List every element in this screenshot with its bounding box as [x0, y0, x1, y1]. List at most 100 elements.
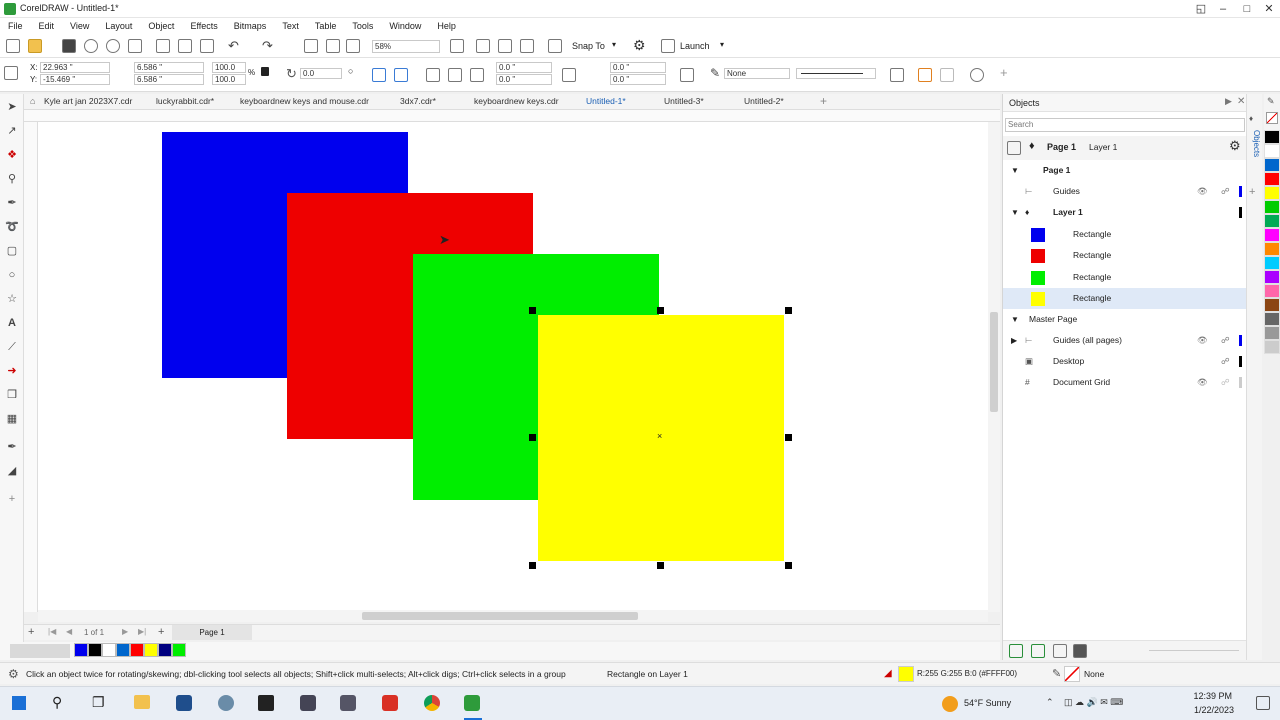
selection-handle[interactable]: [785, 562, 792, 569]
app-gear-icon[interactable]: [300, 695, 316, 711]
x-position-field[interactable]: 22.963 ": [40, 62, 110, 73]
menu-item-tools[interactable]: Tools: [344, 18, 381, 34]
fill-tool-icon[interactable]: ◢: [5, 464, 19, 478]
objects-tab[interactable]: Objects: [1247, 130, 1261, 166]
new-layer-icon[interactable]: [1009, 644, 1023, 658]
zoom-level-select[interactable]: 58%: [372, 40, 440, 53]
add-page-icon[interactable]: +: [28, 626, 34, 638]
y-position-field[interactable]: -15.469 ": [40, 74, 110, 85]
lock-icon[interactable]: ☍: [1221, 351, 1230, 372]
tray-icons[interactable]: ◫ ☁ 🔊 ✉ ⌨: [1064, 697, 1123, 708]
cut-icon[interactable]: [156, 39, 170, 53]
delete-icon[interactable]: [1073, 644, 1087, 658]
selection-handle[interactable]: [529, 562, 536, 569]
parallel-dimension-icon[interactable]: ⟋: [5, 340, 19, 354]
tree-object-rectangle[interactable]: Rectangle: [1003, 245, 1247, 266]
document-tab[interactable]: Untitled-2*: [744, 96, 784, 106]
current-layer[interactable]: Layer 1: [1089, 142, 1117, 152]
relative-scaling-icon[interactable]: [680, 68, 694, 82]
height-field[interactable]: 6.586 ": [134, 74, 204, 85]
tree-document-grid[interactable]: # Document Grid 👁 ☍: [1003, 372, 1247, 393]
app-paint-icon[interactable]: [218, 695, 234, 711]
text-tool-icon[interactable]: A: [5, 316, 19, 330]
import-icon[interactable]: [304, 39, 318, 53]
palette-swatch[interactable]: [130, 643, 144, 657]
outline-width-select[interactable]: None: [724, 68, 790, 79]
menu-item-view[interactable]: View: [62, 18, 97, 34]
line-style-select[interactable]: [796, 68, 876, 79]
page-tab[interactable]: Page 1: [172, 625, 252, 640]
new-tab-icon[interactable]: +: [820, 94, 827, 108]
clock-time[interactable]: 12:39 PM: [1192, 691, 1232, 701]
palette-swatch[interactable]: [1264, 144, 1280, 158]
tree-master-page[interactable]: ▼ Master Page: [1003, 309, 1247, 330]
palette-swatch[interactable]: [1264, 312, 1280, 326]
rulers-icon[interactable]: [520, 39, 534, 53]
new-document-icon[interactable]: [6, 39, 20, 53]
restore-icon[interactable]: ◱: [1190, 1, 1212, 17]
drawing-canvas[interactable]: × ➤: [38, 122, 988, 612]
snap-to-dropdown[interactable]: Snap To: [572, 41, 605, 51]
palette-swatch[interactable]: [1264, 326, 1280, 340]
palette-swatch[interactable]: [1264, 214, 1280, 228]
current-page[interactable]: Page 1: [1047, 142, 1076, 152]
menu-item-edit[interactable]: Edit: [31, 18, 63, 34]
chevron-down-icon[interactable]: ▾: [612, 40, 616, 49]
convert-curves-icon[interactable]: [970, 68, 984, 82]
cloud-upload-icon[interactable]: [106, 39, 120, 53]
outline-color-swatch[interactable]: [1064, 666, 1080, 682]
fill-color-swatch[interactable]: [898, 666, 914, 682]
eye-icon[interactable]: 👁: [1197, 330, 1208, 351]
menu-item-bitmaps[interactable]: Bitmaps: [226, 18, 275, 34]
round-corner-icon[interactable]: [426, 68, 440, 82]
tree-layer[interactable]: ▼ ♦ Layer 1: [1003, 202, 1247, 223]
search-icon[interactable]: ⚲: [52, 694, 62, 711]
close-docker-icon[interactable]: ✕: [1237, 96, 1245, 107]
search-input[interactable]: Search: [1005, 118, 1245, 132]
shape-tool-icon[interactable]: ↗: [5, 124, 19, 138]
palette-swatch[interactable]: [1264, 242, 1280, 256]
tree-object-rectangle[interactable]: Rectangle: [1003, 287, 1247, 309]
add-icon[interactable]: +: [1000, 65, 1008, 80]
expand-icon[interactable]: ▼: [1011, 160, 1019, 181]
tree-object-rectangle[interactable]: Rectangle: [1003, 267, 1247, 288]
selection-handle[interactable]: [529, 434, 536, 441]
eye-icon[interactable]: 👁: [1197, 372, 1208, 393]
connector-tool-icon[interactable]: ➜: [5, 364, 19, 378]
menu-item-text[interactable]: Text: [274, 18, 307, 34]
palette-swatch[interactable]: [1264, 158, 1280, 172]
no-color-swatch[interactable]: [1266, 112, 1278, 124]
settings-gear-icon[interactable]: ⚙: [8, 667, 19, 681]
palette-tools[interactable]: [10, 644, 70, 658]
undo-icon[interactable]: ↶: [228, 38, 239, 54]
scalloped-corner-icon[interactable]: [448, 68, 462, 82]
menu-item-help[interactable]: Help: [429, 18, 464, 34]
angle-field[interactable]: 0.0: [300, 68, 342, 79]
maximize-button[interactable]: □: [1236, 1, 1258, 17]
launch-dropdown[interactable]: Launch: [680, 41, 710, 51]
zoom-page-icon[interactable]: [450, 39, 464, 53]
scale-y-field[interactable]: 100.0: [212, 74, 246, 85]
document-tab[interactable]: 3dx7.cdr*: [400, 96, 436, 106]
app-wing-icon[interactable]: [340, 695, 356, 711]
document-tab[interactable]: keyboardnew keys and mouse.cdr: [240, 96, 369, 106]
palette-swatch[interactable]: [116, 643, 130, 657]
document-tab[interactable]: keyboardnew keys.cdr: [474, 96, 559, 106]
full-screen-icon[interactable]: [476, 39, 490, 53]
selection-handle[interactable]: [529, 307, 536, 314]
palette-swatch[interactable]: [1264, 172, 1280, 186]
prev-page-icon[interactable]: ◀: [66, 627, 72, 636]
app-s-icon[interactable]: [176, 695, 192, 711]
eyedropper-icon[interactable]: ✒: [5, 440, 19, 454]
selection-handle[interactable]: [657, 307, 664, 314]
zoom-tool-icon[interactable]: ⚲: [5, 172, 19, 186]
arrange-back-icon[interactable]: [940, 68, 954, 82]
polygon-tool-icon[interactable]: ☆: [5, 292, 19, 306]
shadow-tool-icon[interactable]: ❒: [5, 388, 19, 402]
zoom-slider[interactable]: [1149, 650, 1239, 651]
task-view-icon[interactable]: ❐: [92, 694, 105, 711]
document-tab[interactable]: luckyrabbit.cdr*: [156, 96, 214, 106]
clock-date[interactable]: 1/22/2023: [1184, 705, 1234, 715]
save-icon[interactable]: [62, 39, 76, 53]
gear-icon[interactable]: ⚙: [633, 37, 646, 54]
